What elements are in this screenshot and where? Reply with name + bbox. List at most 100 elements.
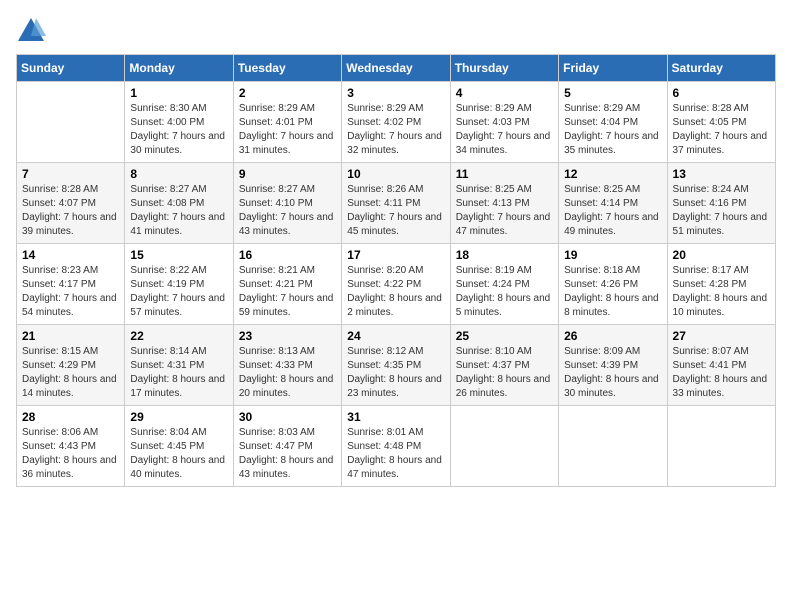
- day-info: Sunrise: 8:13 AMSunset: 4:33 PMDaylight:…: [239, 345, 336, 401]
- day-number: 28: [22, 410, 119, 424]
- day-number: 21: [22, 329, 119, 343]
- day-number: 23: [239, 329, 336, 343]
- calendar-cell: 7 Sunrise: 8:28 AMSunset: 4:07 PMDaylight…: [17, 163, 125, 244]
- calendar-week-3: 14 Sunrise: 8:23 AMSunset: 4:17 PMDayligh…: [17, 244, 776, 325]
- day-info: Sunrise: 8:28 AMSunset: 4:05 PMDaylight:…: [673, 102, 770, 158]
- calendar-cell: 17Sunrise: 8:20 AMSunset: 4:22 PMDayligh…: [342, 244, 450, 325]
- header-saturday: Saturday: [667, 55, 775, 82]
- calendar-cell: 19Sunrise: 8:18 AMSunset: 4:26 PMDayligh…: [559, 244, 667, 325]
- day-number: 10: [347, 167, 444, 181]
- header-monday: Monday: [125, 55, 233, 82]
- calendar-cell: 6 Sunrise: 8:28 AMSunset: 4:05 PMDaylight…: [667, 82, 775, 163]
- day-info: Sunrise: 8:10 AMSunset: 4:37 PMDaylight:…: [456, 345, 553, 401]
- day-info: Sunrise: 8:23 AMSunset: 4:17 PMDaylight:…: [22, 264, 119, 320]
- day-number: 9: [239, 167, 336, 181]
- day-number: 11: [456, 167, 553, 181]
- calendar-week-1: 1 Sunrise: 8:30 AMSunset: 4:00 PMDaylight…: [17, 82, 776, 163]
- calendar-cell: 16 Sunrise: 8:21 AMSunset: 4:21 PMDayligh…: [233, 244, 341, 325]
- day-number: 6: [673, 86, 770, 100]
- calendar-cell: 15 Sunrise: 8:22 AMSunset: 4:19 PMDayligh…: [125, 244, 233, 325]
- calendar-cell: [559, 406, 667, 487]
- day-info: Sunrise: 8:22 AMSunset: 4:19 PMDaylight:…: [130, 264, 227, 320]
- calendar-cell: 21Sunrise: 8:15 AMSunset: 4:29 PMDayligh…: [17, 325, 125, 406]
- day-number: 29: [130, 410, 227, 424]
- calendar-cell: 24Sunrise: 8:12 AMSunset: 4:35 PMDayligh…: [342, 325, 450, 406]
- logo: [16, 16, 50, 46]
- calendar-cell: 4 Sunrise: 8:29 AMSunset: 4:03 PMDaylight…: [450, 82, 558, 163]
- day-info: Sunrise: 8:26 AMSunset: 4:11 PMDaylight:…: [347, 183, 444, 239]
- day-number: 1: [130, 86, 227, 100]
- calendar-cell: 30Sunrise: 8:03 AMSunset: 4:47 PMDayligh…: [233, 406, 341, 487]
- day-number: 13: [673, 167, 770, 181]
- day-info: Sunrise: 8:25 AMSunset: 4:14 PMDaylight:…: [564, 183, 661, 239]
- day-number: 7: [22, 167, 119, 181]
- calendar-cell: 11 Sunrise: 8:25 AMSunset: 4:13 PMDayligh…: [450, 163, 558, 244]
- calendar-cell: [450, 406, 558, 487]
- calendar-cell: [667, 406, 775, 487]
- header-row: SundayMondayTuesdayWednesdayThursdayFrid…: [17, 55, 776, 82]
- calendar-cell: 28 Sunrise: 8:06 AMSunset: 4:43 PMDayligh…: [17, 406, 125, 487]
- day-number: 24: [347, 329, 444, 343]
- calendar-cell: 26Sunrise: 8:09 AMSunset: 4:39 PMDayligh…: [559, 325, 667, 406]
- day-info: Sunrise: 8:04 AMSunset: 4:45 PMDaylight:…: [130, 426, 227, 482]
- calendar-body: 1 Sunrise: 8:30 AMSunset: 4:00 PMDaylight…: [17, 82, 776, 487]
- day-number: 16: [239, 248, 336, 262]
- day-info: Sunrise: 8:17 AMSunset: 4:28 PMDaylight:…: [673, 264, 770, 320]
- day-info: Sunrise: 8:29 AMSunset: 4:03 PMDaylight:…: [456, 102, 553, 158]
- calendar-cell: 9 Sunrise: 8:27 AMSunset: 4:10 PMDaylight…: [233, 163, 341, 244]
- calendar-cell: 10 Sunrise: 8:26 AMSunset: 4:11 PMDayligh…: [342, 163, 450, 244]
- calendar-cell: 14 Sunrise: 8:23 AMSunset: 4:17 PMDayligh…: [17, 244, 125, 325]
- day-number: 26: [564, 329, 661, 343]
- calendar-table: SundayMondayTuesdayWednesdayThursdayFrid…: [16, 54, 776, 487]
- calendar-cell: 12 Sunrise: 8:25 AMSunset: 4:14 PMDayligh…: [559, 163, 667, 244]
- day-info: Sunrise: 8:30 AMSunset: 4:00 PMDaylight:…: [130, 102, 227, 158]
- day-number: 27: [673, 329, 770, 343]
- calendar-cell: 5Sunrise: 8:29 AMSunset: 4:04 PMDaylight…: [559, 82, 667, 163]
- calendar-cell: 13 Sunrise: 8:24 AMSunset: 4:16 PMDayligh…: [667, 163, 775, 244]
- day-number: 3: [347, 86, 444, 100]
- logo-icon: [16, 16, 46, 46]
- day-info: Sunrise: 8:27 AMSunset: 4:08 PMDaylight:…: [130, 183, 227, 239]
- calendar-cell: 27 Sunrise: 8:07 AMSunset: 4:41 PMDayligh…: [667, 325, 775, 406]
- page-header: [16, 16, 776, 46]
- day-info: Sunrise: 8:20 AMSunset: 4:22 PMDaylight:…: [347, 264, 444, 320]
- day-number: 5: [564, 86, 661, 100]
- calendar-cell: 3Sunrise: 8:29 AMSunset: 4:02 PMDaylight…: [342, 82, 450, 163]
- day-number: 30: [239, 410, 336, 424]
- day-info: Sunrise: 8:27 AMSunset: 4:10 PMDaylight:…: [239, 183, 336, 239]
- day-number: 22: [130, 329, 227, 343]
- day-number: 20: [673, 248, 770, 262]
- header-sunday: Sunday: [17, 55, 125, 82]
- calendar-week-4: 21Sunrise: 8:15 AMSunset: 4:29 PMDayligh…: [17, 325, 776, 406]
- calendar-week-5: 28 Sunrise: 8:06 AMSunset: 4:43 PMDayligh…: [17, 406, 776, 487]
- day-info: Sunrise: 8:21 AMSunset: 4:21 PMDaylight:…: [239, 264, 336, 320]
- calendar-cell: 23 Sunrise: 8:13 AMSunset: 4:33 PMDayligh…: [233, 325, 341, 406]
- day-number: 15: [130, 248, 227, 262]
- header-friday: Friday: [559, 55, 667, 82]
- day-info: Sunrise: 8:29 AMSunset: 4:01 PMDaylight:…: [239, 102, 336, 158]
- calendar-cell: 18Sunrise: 8:19 AMSunset: 4:24 PMDayligh…: [450, 244, 558, 325]
- header-wednesday: Wednesday: [342, 55, 450, 82]
- calendar-cell: 20 Sunrise: 8:17 AMSunset: 4:28 PMDayligh…: [667, 244, 775, 325]
- calendar-cell: 25Sunrise: 8:10 AMSunset: 4:37 PMDayligh…: [450, 325, 558, 406]
- calendar-cell: 2 Sunrise: 8:29 AMSunset: 4:01 PMDaylight…: [233, 82, 341, 163]
- calendar-week-2: 7 Sunrise: 8:28 AMSunset: 4:07 PMDaylight…: [17, 163, 776, 244]
- calendar-header: SundayMondayTuesdayWednesdayThursdayFrid…: [17, 55, 776, 82]
- day-info: Sunrise: 8:06 AMSunset: 4:43 PMDaylight:…: [22, 426, 119, 482]
- day-info: Sunrise: 8:24 AMSunset: 4:16 PMDaylight:…: [673, 183, 770, 239]
- day-info: Sunrise: 8:28 AMSunset: 4:07 PMDaylight:…: [22, 183, 119, 239]
- day-number: 19: [564, 248, 661, 262]
- header-tuesday: Tuesday: [233, 55, 341, 82]
- day-number: 12: [564, 167, 661, 181]
- day-info: Sunrise: 8:14 AMSunset: 4:31 PMDaylight:…: [130, 345, 227, 401]
- day-number: 14: [22, 248, 119, 262]
- header-thursday: Thursday: [450, 55, 558, 82]
- calendar-cell: 8 Sunrise: 8:27 AMSunset: 4:08 PMDaylight…: [125, 163, 233, 244]
- day-info: Sunrise: 8:07 AMSunset: 4:41 PMDaylight:…: [673, 345, 770, 401]
- day-number: 2: [239, 86, 336, 100]
- day-info: Sunrise: 8:25 AMSunset: 4:13 PMDaylight:…: [456, 183, 553, 239]
- day-number: 18: [456, 248, 553, 262]
- day-number: 4: [456, 86, 553, 100]
- day-number: 31: [347, 410, 444, 424]
- day-number: 8: [130, 167, 227, 181]
